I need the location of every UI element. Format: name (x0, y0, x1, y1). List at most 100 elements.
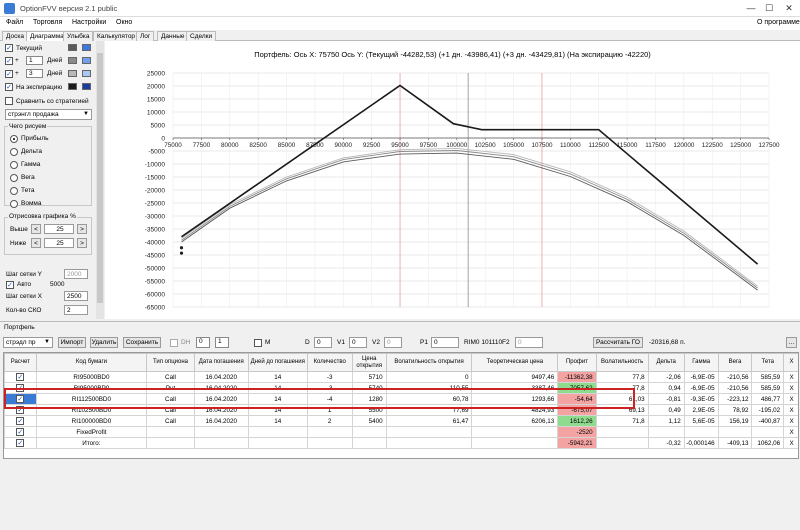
above-increase-button[interactable]: > (77, 224, 87, 234)
auto-checkbox[interactable]: ✓ (6, 281, 14, 289)
column-header[interactable]: Цена открытия (351, 353, 387, 372)
calc-checkbox[interactable]: ✓ (16, 417, 25, 425)
v2-input[interactable]: 0 (384, 337, 402, 348)
menu-file[interactable]: Файл (6, 19, 23, 26)
menu-settings[interactable]: Настройки (72, 19, 106, 26)
below-decrease-button[interactable]: < (31, 238, 41, 248)
column-header[interactable]: X (783, 353, 798, 372)
tab-log[interactable]: Лог (136, 31, 155, 41)
column-header[interactable]: Дней до погашения (247, 353, 308, 372)
remove-row-button[interactable]: X (783, 437, 798, 449)
above-decrease-button[interactable]: < (31, 224, 41, 234)
remove-row-button[interactable]: X (783, 382, 798, 394)
scrollbar-thumb[interactable] (97, 53, 103, 303)
delete-button[interactable]: Удалить (90, 337, 118, 348)
radio-profit[interactable] (10, 135, 18, 143)
radio-gamma[interactable] (10, 161, 18, 169)
column-header[interactable]: Тета (751, 353, 785, 372)
dh-checkbox[interactable] (170, 339, 178, 347)
dh-input-2[interactable]: 1 (215, 337, 229, 348)
calc-checkbox[interactable]: ✓ (16, 428, 25, 436)
tab-data[interactable]: Данные (157, 31, 189, 41)
dh-input-1[interactable]: 0 (196, 337, 210, 348)
m-checkbox[interactable] (254, 339, 262, 347)
calc-cell[interactable]: ✓ (4, 371, 37, 383)
table-row[interactable]: ✓ RI95000BD0 Call 16.04.2020 14 -3 5710 0 9497,4… (4, 371, 798, 383)
column-header[interactable]: Дата погашения (193, 353, 249, 372)
expiry-color-swatch-2[interactable] (82, 83, 91, 90)
column-header[interactable]: Вега (717, 353, 753, 372)
below-increase-button[interactable]: > (77, 238, 87, 248)
plus1-days-input[interactable]: 1 (26, 56, 43, 65)
column-header[interactable]: Код бумаги (35, 353, 148, 372)
remove-row-button[interactable]: X (783, 426, 798, 438)
column-header[interactable]: Количество (306, 353, 353, 372)
column-header[interactable]: Теоретическая цена (471, 353, 559, 372)
plus1-color-swatch[interactable] (68, 57, 77, 64)
save-button[interactable]: Сохранить (123, 337, 161, 348)
calc-checkbox[interactable]: ✓ (16, 395, 25, 403)
remove-row-button[interactable]: X (783, 415, 798, 427)
plus1-checkbox[interactable]: ✓ (5, 57, 13, 65)
import-button[interactable]: Импорт (58, 337, 86, 348)
tab-calculator[interactable]: Калькулятор (93, 31, 140, 41)
column-header[interactable]: Тип опциона (146, 353, 195, 372)
column-header[interactable]: Профит (557, 353, 597, 372)
radio-vega[interactable] (10, 174, 18, 182)
table-row[interactable]: ✓ RI102500BD0 Call 16.04.2020 14 1 5500 77,69 48… (4, 404, 798, 416)
calc-cell[interactable]: ✓ (4, 382, 37, 394)
p1-input[interactable]: 0 (431, 337, 459, 348)
table-row[interactable]: ✓ FixedProfit -2520 X (4, 426, 798, 438)
above-input[interactable]: 25 (44, 224, 74, 234)
plus1-color-swatch-2[interactable] (82, 57, 91, 64)
table-row[interactable]: ✓ RI112500BD0 Call 16.04.2020 14 -4 1280 60,78 1… (4, 393, 798, 405)
column-header[interactable]: Дельта (647, 353, 685, 372)
remove-row-button[interactable]: X (783, 404, 798, 416)
radio-theta[interactable] (10, 187, 18, 195)
menu-about[interactable]: О программе (757, 19, 800, 26)
maximize-button[interactable]: ☐ (763, 2, 775, 14)
calc-cell[interactable]: ✓ (4, 415, 37, 427)
grid-y-input[interactable]: 2000 (64, 269, 88, 279)
table-row[interactable]: ✓ RI95000BP0 Put 16.04.2020 14 -3 5740 110,55 33… (4, 382, 798, 394)
plus3-color-swatch-2[interactable] (82, 70, 91, 77)
table-row[interactable]: ✓ Итого: -5942,21 -0,32 -0,000146 -409,13 1062… (4, 437, 798, 449)
plus3-checkbox[interactable]: ✓ (5, 70, 13, 78)
radio-vomma[interactable] (10, 200, 18, 208)
d-input[interactable]: 0 (314, 337, 332, 348)
column-header[interactable]: Волатильность открытия (385, 353, 473, 372)
v1-input[interactable]: 0 (349, 337, 367, 348)
grid-x-input[interactable]: 2500 (64, 291, 88, 301)
sko-input[interactable]: 2 (64, 305, 88, 315)
close-button[interactable]: ✕ (783, 2, 795, 14)
below-input[interactable]: 25 (44, 238, 74, 248)
current-checkbox[interactable]: ✓ (5, 44, 13, 52)
calc-cell[interactable]: ✓ (4, 437, 37, 449)
table-row[interactable]: ✓ RI100000BD0 Call 16.04.2020 14 2 5400 61,47 62… (4, 415, 798, 427)
left-panel-scrollbar[interactable] (96, 41, 104, 319)
calc-cell[interactable]: ✓ (4, 393, 37, 405)
column-header[interactable]: Волатильность (595, 353, 649, 372)
current-color-swatch[interactable] (68, 44, 77, 51)
plus3-color-swatch[interactable] (68, 70, 77, 77)
calc-checkbox[interactable]: ✓ (16, 406, 25, 414)
calc-checkbox[interactable]: ✓ (16, 384, 25, 392)
column-header[interactable]: Гамма (683, 353, 719, 372)
menu-window[interactable]: Окно (116, 19, 132, 26)
expiry-color-swatch[interactable] (68, 83, 77, 90)
current-color-swatch-2[interactable] (82, 44, 91, 51)
remove-row-button[interactable]: X (783, 393, 798, 405)
calc-checkbox[interactable]: ✓ (16, 373, 25, 381)
minimize-button[interactable]: — (745, 2, 757, 14)
column-header[interactable]: Расчет (4, 353, 37, 372)
portfolio-select[interactable]: стрэдл пр ▼ (3, 337, 53, 348)
tab-smile[interactable]: Улыбка (63, 31, 94, 41)
calculate-go-button[interactable]: Рассчитать ГО (593, 337, 643, 348)
remove-row-button[interactable]: X (783, 371, 798, 383)
more-button[interactable]: ... (786, 337, 797, 348)
f2-input[interactable]: 0 (515, 337, 543, 348)
tab-deals[interactable]: Сделки (186, 31, 217, 41)
expiry-checkbox[interactable]: ✓ (5, 83, 13, 91)
menu-trading[interactable]: Торговля (33, 19, 62, 26)
calc-checkbox[interactable]: ✓ (16, 439, 25, 447)
